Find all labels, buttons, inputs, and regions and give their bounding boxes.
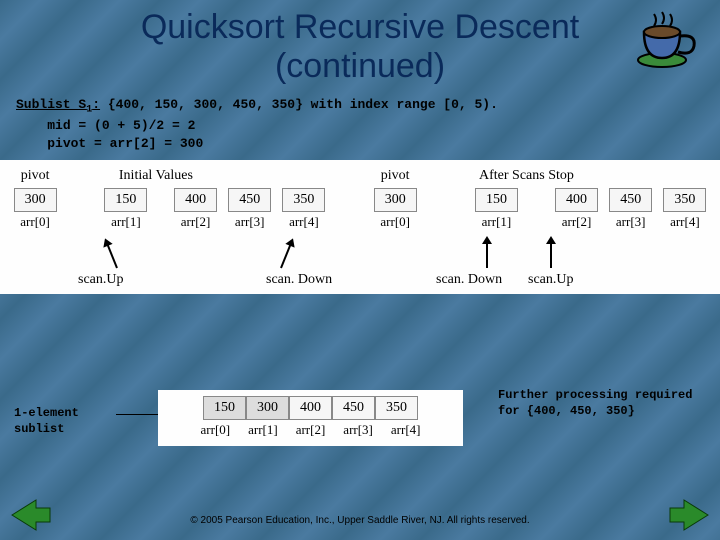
next-slide-button[interactable]: [668, 498, 710, 532]
pivot-cell-right: 300: [374, 188, 417, 212]
array-cell: 300: [246, 396, 289, 420]
idx-label: arr[4]: [391, 422, 421, 438]
prev-slide-button[interactable]: [10, 498, 52, 532]
title-line-2: (continued): [0, 47, 720, 86]
array-cell: 450: [228, 188, 271, 212]
array-cell: 350: [282, 188, 325, 212]
array-cell: 400: [174, 188, 217, 212]
scan-arrows-row: scan.Up scan. Down scan. Down scan.Up: [0, 238, 720, 294]
idx-label: arr[2]: [562, 214, 592, 230]
idx-label: arr[0]: [380, 214, 410, 230]
copyright-text: © 2005 Pearson Education, Inc., Upper Sa…: [0, 515, 720, 526]
note-connector-line: [116, 414, 158, 415]
note-one-element: 1-element sublist: [14, 406, 114, 437]
sublist-description: Sublist S1: {400, 150, 300, 450, 350} wi…: [0, 90, 720, 154]
pivot-cell-left: 300: [14, 188, 57, 212]
title-line-1: Quicksort Recursive Descent: [0, 8, 720, 47]
array-cell: 400: [289, 396, 332, 420]
idx-label: arr[1]: [482, 214, 512, 230]
idx-label: arr[0]: [20, 214, 50, 230]
scanup-label-right: scan.Up: [528, 272, 574, 288]
coffee-cup-icon: [632, 8, 702, 72]
idx-label: arr[2]: [181, 214, 211, 230]
idx-label: arr[1]: [248, 422, 278, 438]
idx-label: arr[2]: [296, 422, 326, 438]
idx-label: arr[4]: [670, 214, 700, 230]
idx-label: arr[3]: [235, 214, 265, 230]
scandown-label-right: scan. Down: [436, 272, 502, 288]
pivot-label-left: pivot: [21, 168, 50, 184]
scanup-label-left: scan.Up: [78, 272, 124, 288]
idx-label: arr[3]: [616, 214, 646, 230]
header-initial-values: Initial Values: [119, 168, 193, 184]
idx-label: arr[3]: [343, 422, 373, 438]
array-cell: 150: [203, 396, 246, 420]
array-cell: 450: [332, 396, 375, 420]
slide-title: Quicksort Recursive Descent (continued): [0, 0, 720, 90]
header-after-scans: After Scans Stop: [479, 168, 574, 184]
array-diagram-row2: 150 300 400 450 350 arr[0] arr[1] arr[2]…: [158, 390, 463, 446]
array-cell: 150: [475, 188, 518, 212]
scandown-label-left: scan. Down: [266, 272, 332, 288]
array-cell: 150: [104, 188, 147, 212]
array-diagram-row1: pivot 300 arr[0] Initial Values 150 arr[…: [0, 160, 720, 240]
idx-label: arr[4]: [289, 214, 319, 230]
idx-label: arr[0]: [201, 422, 231, 438]
pivot-label-right: pivot: [381, 168, 410, 184]
array-cell: 350: [375, 396, 418, 420]
array-cell: 450: [609, 188, 652, 212]
array-cell: 400: [555, 188, 598, 212]
array-cell: 350: [663, 188, 706, 212]
idx-label: arr[1]: [111, 214, 141, 230]
note-further-processing: Further processing required for {400, 45…: [498, 388, 708, 419]
